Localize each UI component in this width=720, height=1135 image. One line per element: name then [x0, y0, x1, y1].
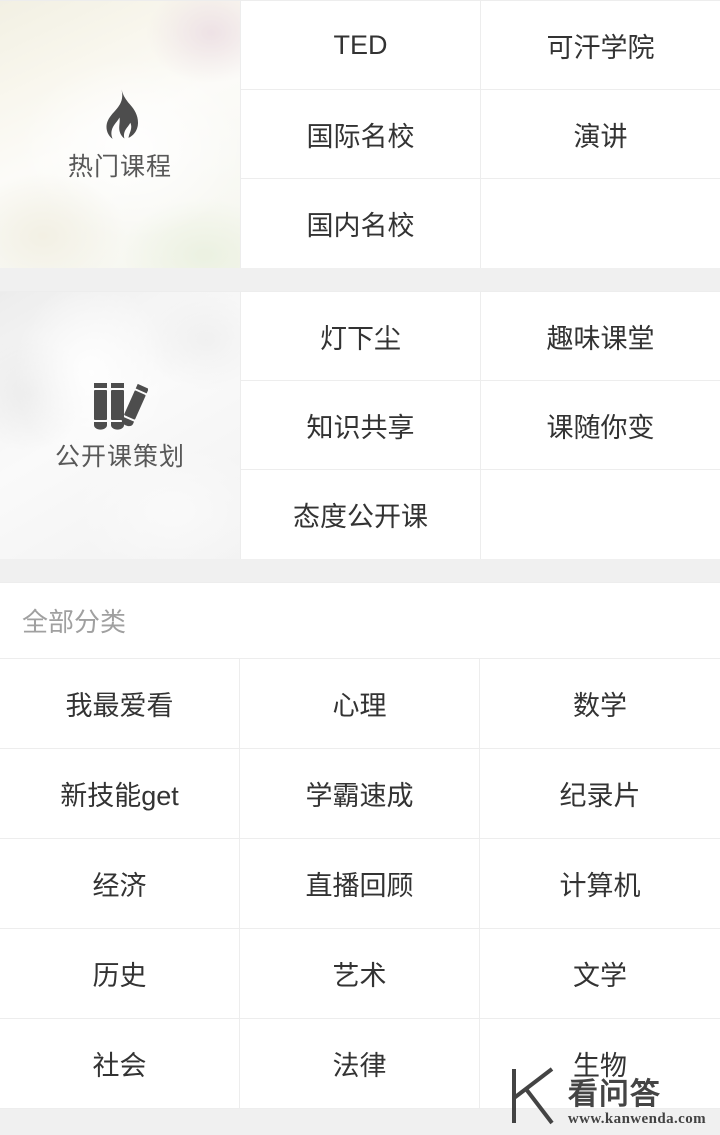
category-cell[interactable]: 学霸速成 — [240, 749, 480, 839]
feature-cell[interactable]: 课随你变 — [480, 381, 720, 470]
feature-grid-hot-courses: TED 可汗学院 国际名校 演讲 国内名校 — [240, 1, 720, 268]
category-cell[interactable]: 经济 — [0, 839, 240, 929]
category-cell[interactable]: 心理 — [240, 659, 480, 749]
category-cell[interactable]: 直播回顾 — [240, 839, 480, 929]
banner-label: 热门课程 — [67, 153, 172, 181]
category-cell[interactable]: 我最爱看 — [0, 659, 240, 749]
category-page: 热门课程 TED 可汗学院 国际名校 演讲 国内名校 公开课策划 灯下尘 趣味课… — [0, 0, 720, 1135]
all-categories-section: 全部分类 我最爱看 心理 数学 新技能get 学霸速成 纪录片 经济 直播回顾 … — [0, 582, 720, 1109]
pencils-icon — [92, 381, 149, 431]
banner-label: 公开课策划 — [54, 443, 185, 471]
section-divider — [0, 268, 720, 291]
feature-cell-empty — [480, 179, 720, 268]
category-cell[interactable]: 生物 — [480, 1019, 720, 1109]
feature-cell[interactable]: 知识共享 — [240, 381, 480, 470]
feature-section-open-course-planning: 公开课策划 灯下尘 趣味课堂 知识共享 课随你变 态度公开课 — [0, 291, 720, 559]
feature-cell[interactable]: 态度公开课 — [240, 470, 480, 559]
feature-cell[interactable]: 可汗学院 — [480, 1, 720, 90]
feature-section-hot-courses: 热门课程 TED 可汗学院 国际名校 演讲 国内名校 — [0, 0, 720, 268]
banner-open-course-planning[interactable]: 公开课策划 — [0, 292, 240, 559]
category-cell[interactable]: 社会 — [0, 1019, 240, 1109]
category-cell[interactable]: 艺术 — [240, 929, 480, 1019]
feature-cell[interactable]: TED — [240, 1, 480, 90]
category-cell[interactable]: 法律 — [240, 1019, 480, 1109]
banner-hot-courses[interactable]: 热门课程 — [0, 1, 240, 268]
section-divider — [0, 559, 720, 582]
feature-cell[interactable]: 演讲 — [480, 90, 720, 179]
feature-cell[interactable]: 趣味课堂 — [480, 292, 720, 381]
feature-grid-open-course-planning: 灯下尘 趣味课堂 知识共享 课随你变 态度公开课 — [240, 292, 720, 559]
category-cell[interactable]: 数学 — [480, 659, 720, 749]
category-cell[interactable]: 新技能get — [0, 749, 240, 839]
feature-cell-empty — [480, 470, 720, 559]
feature-cell[interactable]: 灯下尘 — [240, 292, 480, 381]
flame-icon — [97, 89, 143, 141]
feature-cell[interactable]: 国内名校 — [240, 179, 480, 268]
category-grid: 我最爱看 心理 数学 新技能get 学霸速成 纪录片 经济 直播回顾 计算机 历… — [0, 658, 720, 1109]
all-categories-title: 全部分类 — [0, 583, 720, 658]
category-cell[interactable]: 历史 — [0, 929, 240, 1019]
category-cell[interactable]: 纪录片 — [480, 749, 720, 839]
feature-cell[interactable]: 国际名校 — [240, 90, 480, 179]
category-cell[interactable]: 计算机 — [480, 839, 720, 929]
category-cell[interactable]: 文学 — [480, 929, 720, 1019]
watermark-url: www.kanwenda.com — [567, 1111, 706, 1127]
